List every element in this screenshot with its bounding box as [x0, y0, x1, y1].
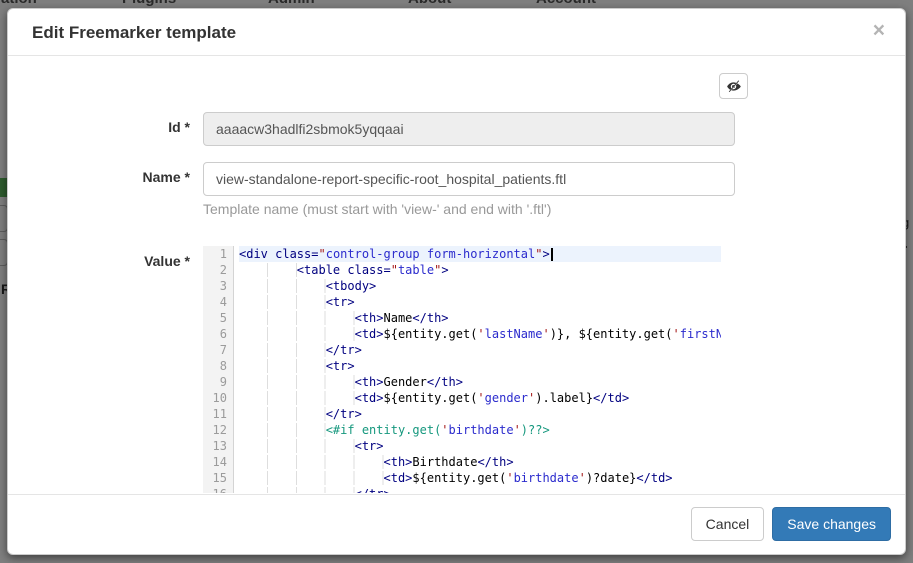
- code-line: <tr>: [239, 438, 721, 454]
- id-label: Id *: [32, 112, 203, 146]
- code-line: <th>Gender</th>: [239, 374, 721, 390]
- name-label: Name *: [32, 162, 203, 217]
- id-input[interactable]: [203, 112, 735, 146]
- editor-gutter: 12345678910111213141516: [203, 246, 234, 493]
- cancel-button[interactable]: Cancel: [691, 507, 765, 541]
- modal-header: Edit Freemarker template ×: [8, 9, 905, 56]
- editor-code[interactable]: <div class="control-group form-horizonta…: [235, 246, 721, 493]
- line-number: 11: [203, 406, 233, 422]
- line-number: 16: [203, 486, 233, 493]
- save-changes-button[interactable]: Save changes: [772, 507, 891, 541]
- code-line: </tr>: [239, 342, 721, 358]
- line-number: 9: [203, 374, 233, 390]
- code-line: <tr>: [239, 294, 721, 310]
- code-line: </tr>: [239, 406, 721, 422]
- code-line: <td>${entity.get('lastName')}, ${entity.…: [239, 326, 721, 342]
- code-line: <th>Name</th>: [239, 310, 721, 326]
- edit-freemarker-template-dialog: Edit Freemarker template × I: [7, 8, 906, 555]
- code-line: <tbody>: [239, 278, 721, 294]
- line-number: 12: [203, 422, 233, 438]
- line-number: 15: [203, 470, 233, 486]
- modal-footer: Cancel Save changes: [8, 494, 905, 554]
- code-line: <#if entity.get('birthdate')??>: [239, 422, 721, 438]
- text-cursor: [551, 248, 553, 261]
- value-label: Value *: [32, 246, 203, 493]
- line-number: 14: [203, 454, 233, 470]
- line-number: 13: [203, 438, 233, 454]
- line-number: 5: [203, 310, 233, 326]
- line-number: 1: [203, 246, 233, 262]
- code-line: <td>${entity.get('gender').label}</td>: [239, 390, 721, 406]
- line-number: 6: [203, 326, 233, 342]
- close-icon[interactable]: ×: [873, 23, 885, 39]
- code-line: <tr>: [239, 358, 721, 374]
- code-line: <table class="table">: [239, 262, 721, 278]
- code-line: <div class="control-group form-horizonta…: [239, 246, 721, 262]
- preview-toggle-button[interactable]: [719, 73, 748, 99]
- line-number: 10: [203, 390, 233, 406]
- code-line: <td>${entity.get('birthdate')?date}</td>: [239, 470, 721, 486]
- modal-title: Edit Freemarker template: [32, 23, 236, 43]
- line-number: 2: [203, 262, 233, 278]
- code-line: </tr>: [239, 486, 721, 493]
- eye-slash-icon: [726, 79, 741, 94]
- line-number: 4: [203, 294, 233, 310]
- code-line: <th>Birthdate</th>: [239, 454, 721, 470]
- name-help-text: Template name (must start with 'view-' a…: [203, 201, 748, 217]
- line-number: 7: [203, 342, 233, 358]
- line-number: 3: [203, 278, 233, 294]
- line-number: 8: [203, 358, 233, 374]
- modal-body: Id * Name * Template name (must start wi…: [8, 56, 905, 494]
- code-editor[interactable]: 12345678910111213141516 <div class="cont…: [203, 246, 721, 493]
- name-input[interactable]: [203, 162, 735, 196]
